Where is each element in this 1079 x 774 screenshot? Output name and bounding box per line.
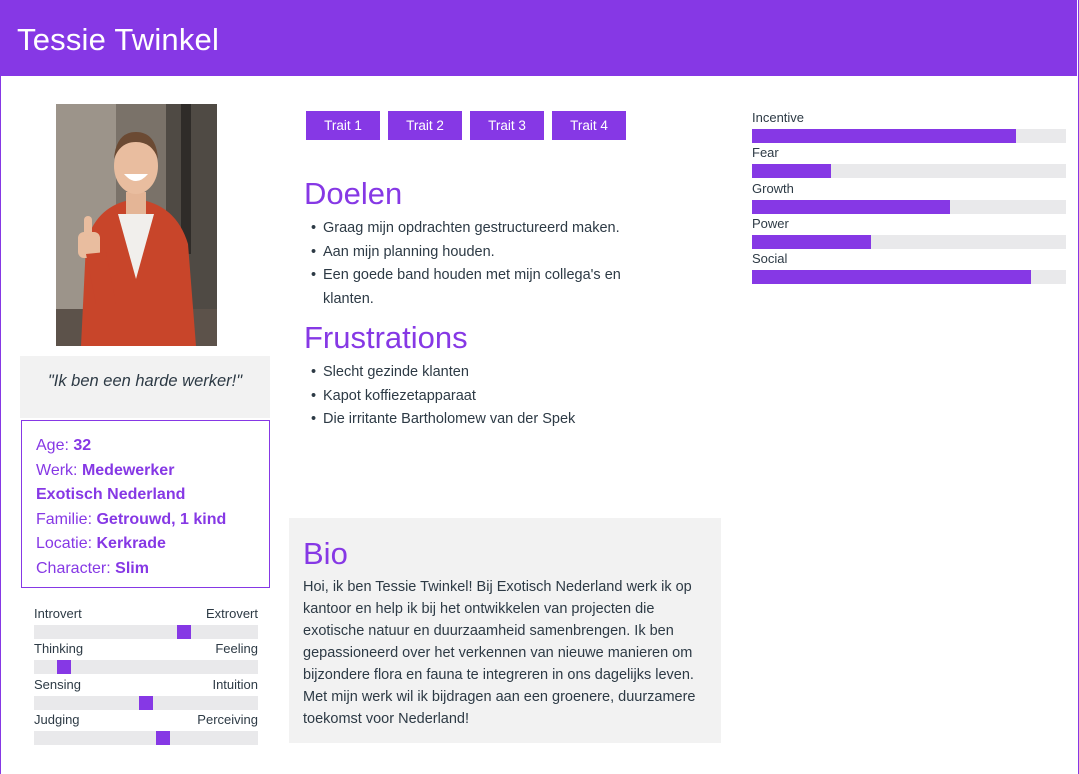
- family-label: Familie:: [36, 510, 93, 528]
- persona-quote: "Ik ben een harde werker!": [47, 372, 243, 390]
- personality-slider-introvert-extrovert: Introvert Extrovert: [34, 606, 258, 642]
- location-label: Locatie:: [36, 535, 93, 552]
- motivation-label: Social: [752, 251, 788, 266]
- character-label: Character:: [36, 559, 111, 577]
- trait-badge-4: Trait 4: [552, 111, 626, 140]
- motivation-label: Growth: [752, 181, 794, 196]
- bio-text: Hoi, ik ben Tessie Twinkel! Bij Exotisch…: [303, 579, 696, 727]
- character-row: Character: Slim: [36, 557, 269, 582]
- personality-slider-thinking-feeling: Thinking Feeling: [34, 641, 258, 677]
- goals-list: Graag mijn opdrachten gestructureerd mak…: [311, 217, 671, 311]
- slider-right-label: Intuition: [212, 677, 258, 692]
- slider-track: [34, 625, 258, 639]
- age-row: Age: 32: [36, 434, 269, 459]
- info-panel: Age: 32 Werk: Medewerker Exotisch Nederl…: [21, 420, 270, 588]
- motivation-track: [752, 129, 1066, 143]
- trait-badge-2: Trait 2: [388, 111, 462, 140]
- list-item: Kapot koffiezetapparaat: [311, 385, 691, 409]
- trait-badge-1: Trait 1: [306, 111, 380, 140]
- list-item: Die irritante Bartholomew van der Spek: [311, 408, 691, 432]
- slider-knob: [156, 731, 170, 745]
- age-value: 32: [73, 437, 92, 454]
- motivation-bar-power: Power: [752, 216, 1066, 251]
- motivation-bar-social: Social: [752, 251, 1066, 286]
- motivation-fill: [752, 270, 1031, 284]
- location-row: Locatie: Kerkrade: [36, 532, 269, 557]
- motivation-bar-growth: Growth: [752, 181, 1066, 216]
- slider-knob: [177, 625, 191, 639]
- age-label: Age:: [36, 437, 69, 454]
- list-item: Aan mijn planning houden.: [311, 241, 671, 265]
- slider-right-label: Extrovert: [205, 606, 258, 621]
- persona-photo: [56, 104, 217, 346]
- persona-name: Tessie Twinkel: [17, 22, 220, 57]
- traits-row: Trait 1 Trait 2 Trait 3 Trait 4: [306, 111, 626, 140]
- location-value: Kerkrade: [96, 535, 166, 552]
- trait-badge-3: Trait 3: [470, 111, 544, 140]
- slider-left-label: Introvert: [34, 606, 82, 621]
- slider-knob: [57, 660, 71, 674]
- motivation-track: [752, 270, 1066, 284]
- bio-title: Bio: [303, 536, 348, 571]
- motivation-track: [752, 200, 1066, 214]
- motivation-fill: [752, 200, 950, 214]
- frustrations-list: Slecht gezinde klanten Kapot koffiezetap…: [311, 361, 691, 432]
- motivation-bar-fear: Fear: [752, 145, 1066, 180]
- list-item: Een goede band houden met mijn collega's…: [311, 264, 666, 311]
- goals-title: Doelen: [304, 176, 403, 211]
- list-item: Slecht gezinde klanten: [311, 361, 691, 385]
- motivation-bar-incentive: Incentive: [752, 110, 1066, 145]
- quote-panel: "Ik ben een harde werker!": [20, 356, 270, 418]
- list-item: Graag mijn opdrachten gestructureerd mak…: [311, 217, 671, 241]
- motivation-label: Fear: [752, 145, 779, 160]
- header-bar: Tessie Twinkel: [1, 0, 1077, 76]
- motivation-label: Power: [752, 216, 789, 231]
- personality-slider-sensing-intuition: Sensing Intuition: [34, 677, 258, 713]
- motivation-label: Incentive: [752, 110, 805, 125]
- motivation-fill: [752, 164, 831, 178]
- motivation-track: [752, 235, 1066, 249]
- motivation-fill: [752, 235, 871, 249]
- slider-right-label: Perceiving: [197, 712, 258, 727]
- family-row: Familie: Getrouwd, 1 kind: [36, 508, 269, 533]
- slider-track: [34, 731, 258, 745]
- family-value: Getrouwd, 1 kind: [96, 510, 227, 528]
- bio-panel: Bio Hoi, ik ben Tessie Twinkel! Bij Exot…: [289, 518, 721, 743]
- personality-slider-judging-perceiving: Judging Perceiving: [34, 712, 258, 748]
- slider-left-label: Judging: [34, 712, 80, 727]
- slider-left-label: Thinking: [34, 641, 84, 656]
- motivation-fill: [752, 129, 1016, 143]
- slider-knob: [139, 696, 153, 710]
- work-row: Werk: Medewerker Exotisch Nederland: [36, 459, 236, 508]
- slider-right-label: Feeling: [215, 641, 258, 656]
- work-label: Werk:: [36, 461, 78, 479]
- slider-left-label: Sensing: [34, 677, 81, 692]
- motivation-track: [752, 164, 1066, 178]
- frustrations-title: Frustrations: [304, 320, 468, 355]
- character-value: Slim: [115, 559, 149, 577]
